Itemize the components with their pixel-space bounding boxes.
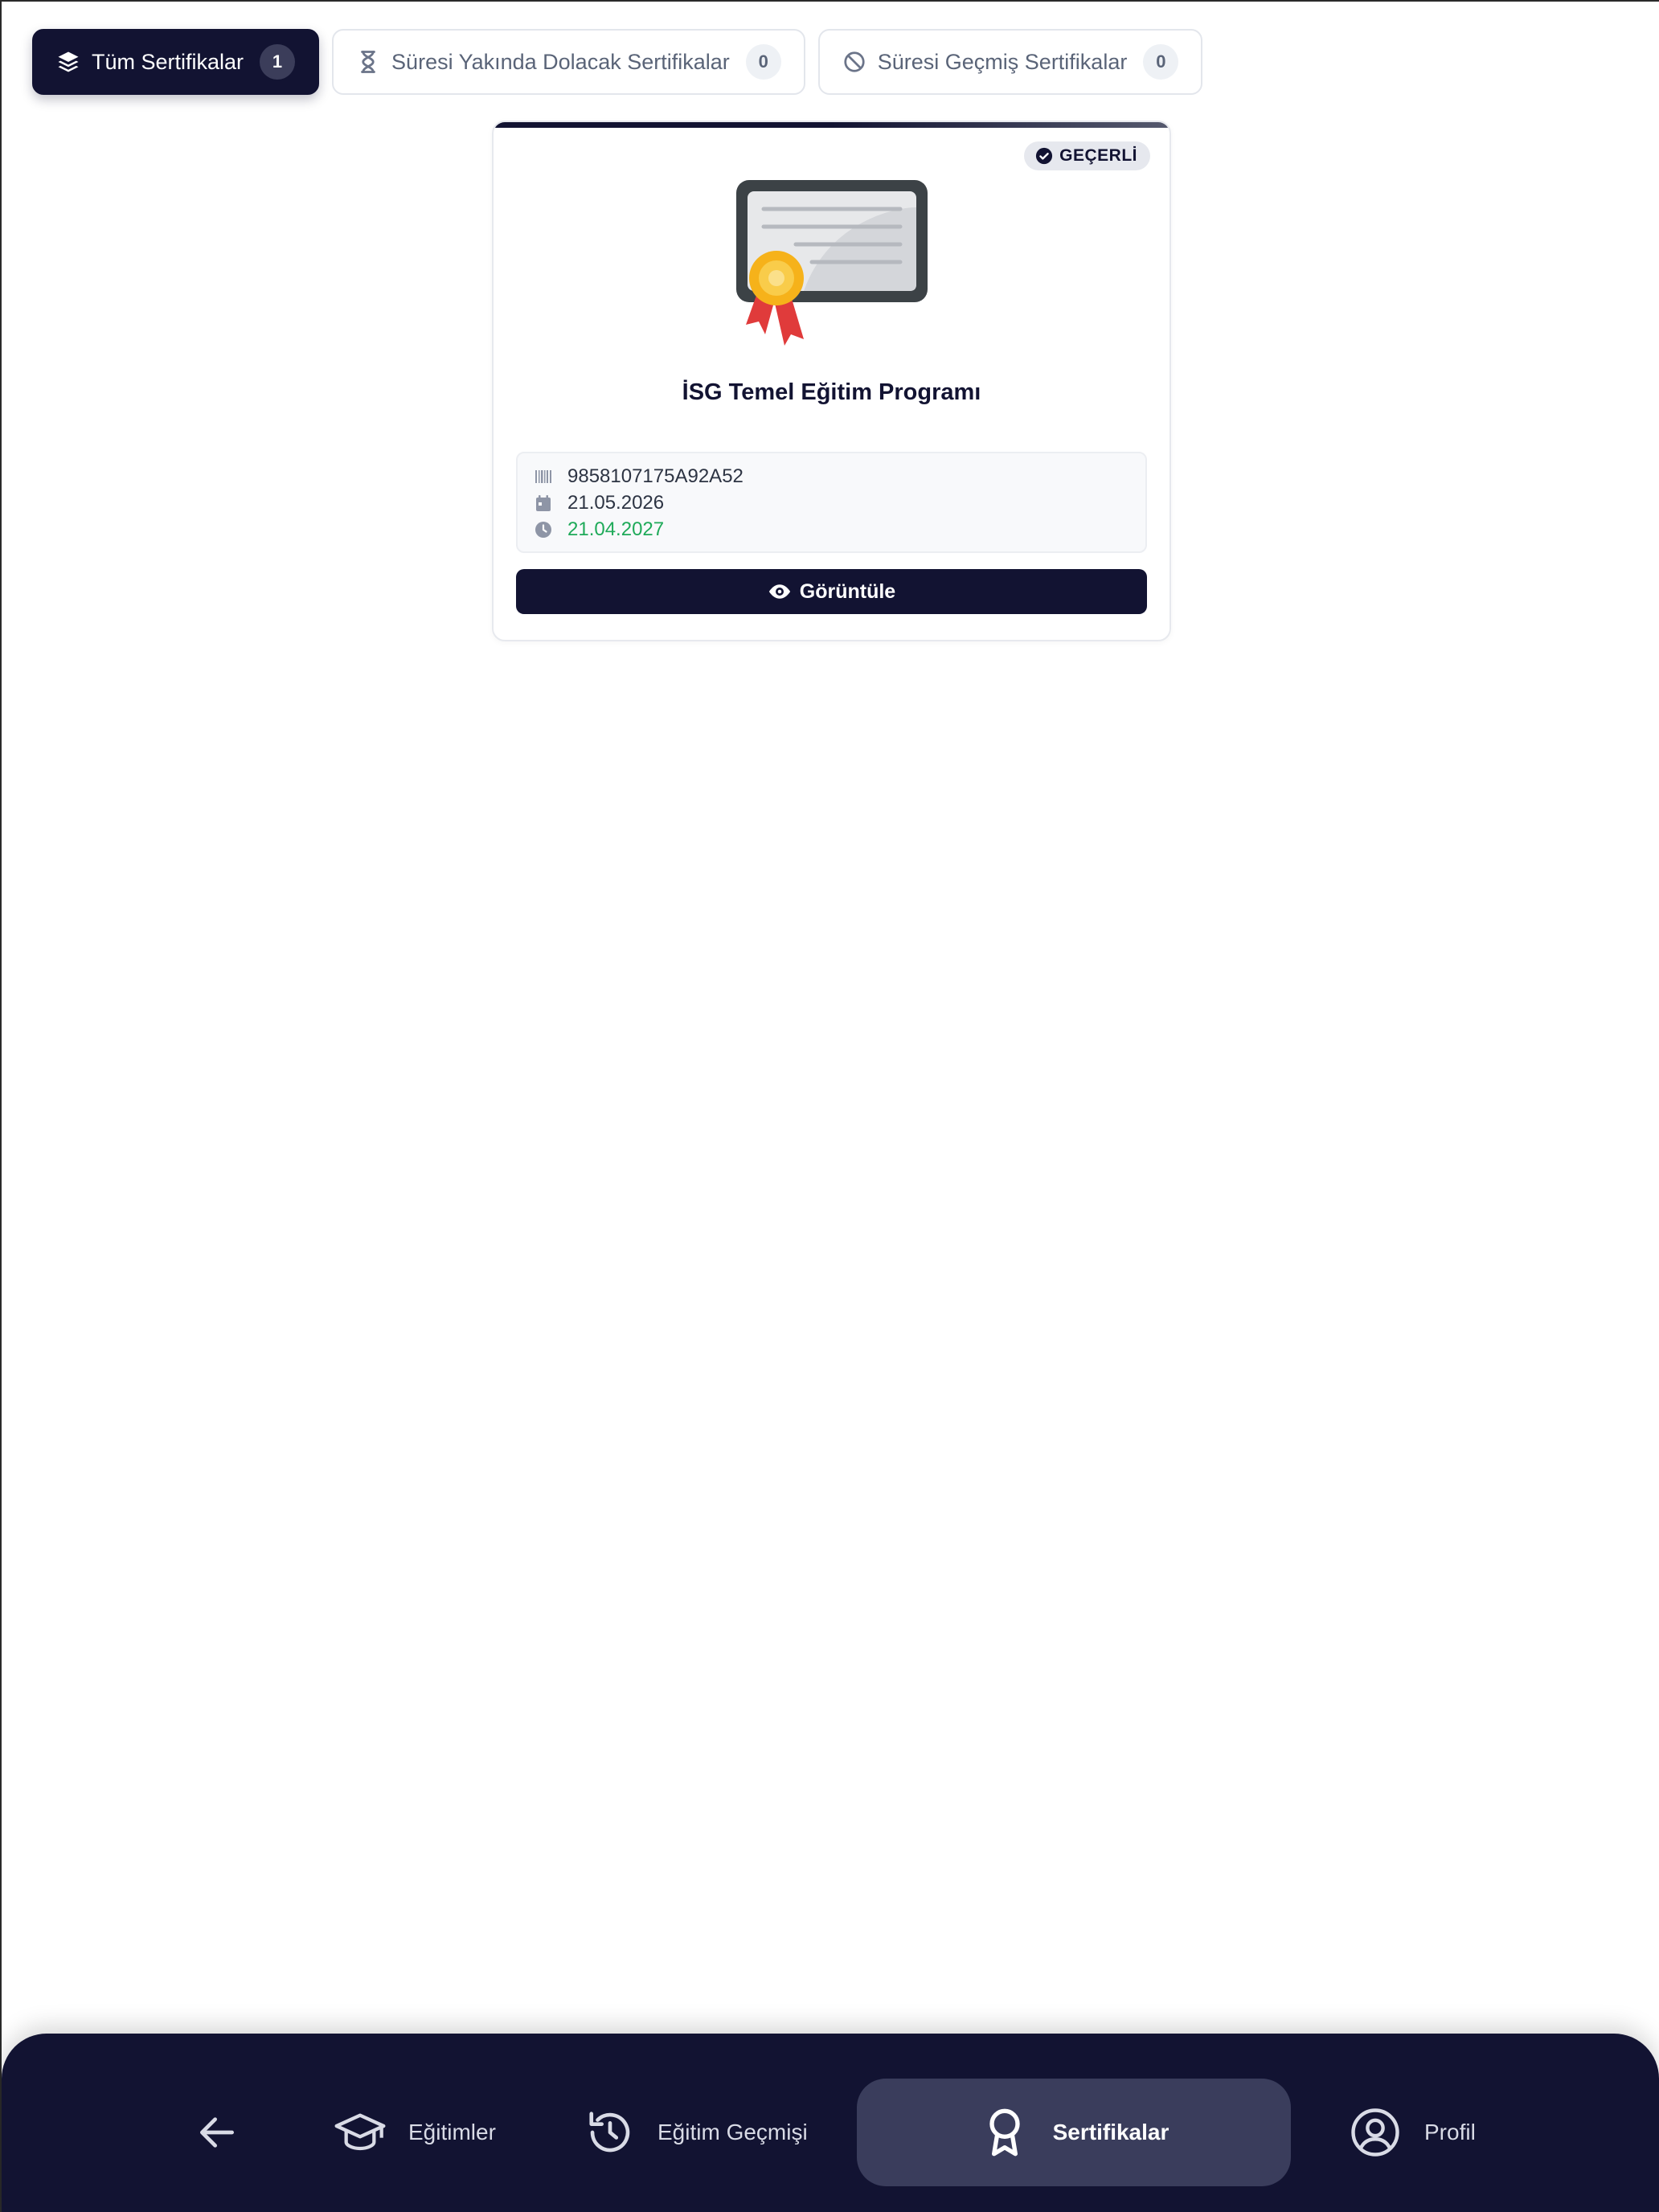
- award-icon: [979, 2107, 1030, 2158]
- expiry-date: 21.04.2027: [567, 518, 665, 540]
- count-badge: 1: [260, 44, 296, 80]
- issue-date: 21.05.2026: [567, 491, 665, 514]
- tab-label: Süresi Geçmiş Sertifikalar: [877, 49, 1128, 74]
- count-badge: 0: [1143, 44, 1179, 80]
- tab-label: Süresi Yakında Dolacak Sertifikalar: [391, 49, 730, 74]
- barcode-icon: [534, 467, 553, 486]
- card-accent-bar: [494, 122, 1169, 128]
- tab-all-certificates[interactable]: Tüm Sertifikalar 1: [32, 29, 320, 95]
- ban-icon: [842, 50, 866, 74]
- calendar-icon: [534, 494, 553, 513]
- view-certificate-button[interactable]: Görüntüle: [516, 569, 1147, 614]
- tab-expired[interactable]: Süresi Geçmiş Sertifikalar 0: [817, 29, 1203, 95]
- certificate-filter-tabs: Tüm Sertifikalar 1 Süresi Yakında Dolaca…: [32, 29, 1203, 95]
- certificate-title: İSG Temel Eğitim Programı: [682, 379, 981, 405]
- graduation-cap-icon: [334, 2107, 386, 2158]
- status-badge: GEÇERLİ: [1024, 141, 1150, 170]
- layers-icon: [56, 50, 80, 74]
- back-button[interactable]: [195, 2079, 240, 2186]
- tab-label: Tüm Sertifikalar: [92, 49, 244, 74]
- nav-item-profile[interactable]: Profil: [1349, 2079, 1476, 2186]
- certificate-code-row: 9858107175A92A52: [534, 463, 1145, 490]
- count-badge: 0: [745, 44, 781, 80]
- nav-label: Eğitim Geçmişi: [657, 2120, 808, 2144]
- history-icon: [585, 2108, 635, 2157]
- view-button-label: Görüntüle: [799, 580, 896, 603]
- nav-label: Eğitimler: [408, 2120, 496, 2144]
- certificate-code: 9858107175A92A52: [567, 465, 743, 487]
- status-text: GEÇERLİ: [1059, 146, 1137, 165]
- nav-label: Sertifikalar: [1052, 2120, 1169, 2144]
- arrow-left-icon: [195, 2110, 240, 2155]
- certificate-card: GEÇERLİ İSG Temel Eğitim Programı 985810…: [492, 121, 1171, 641]
- nav-item-trainings[interactable]: Eğitimler: [334, 2079, 496, 2186]
- issue-date-row: 21.05.2026: [534, 490, 1145, 516]
- clock-icon: [534, 520, 553, 539]
- user-circle-icon: [1349, 2106, 1402, 2159]
- hourglass-icon: [356, 50, 380, 74]
- certificate-illustration-icon: [731, 175, 937, 352]
- tab-expiring-soon[interactable]: Süresi Yakında Dolacak Sertifikalar 0: [332, 29, 805, 95]
- certificate-info-box: 9858107175A92A52 21.05.2026 21.04.2027: [516, 452, 1147, 553]
- eye-icon: [768, 580, 792, 604]
- nav-item-training-history[interactable]: Eğitim Geçmişi: [585, 2079, 808, 2186]
- bottom-navigation: Eğitimler Eğitim Geçmişi Sertifikalar Pr…: [2, 2034, 1659, 2212]
- check-circle-icon: [1035, 147, 1053, 165]
- nav-item-certificates[interactable]: Sertifikalar: [857, 2079, 1291, 2186]
- nav-label: Profil: [1424, 2120, 1476, 2144]
- expiry-date-row: 21.04.2027: [534, 516, 1145, 543]
